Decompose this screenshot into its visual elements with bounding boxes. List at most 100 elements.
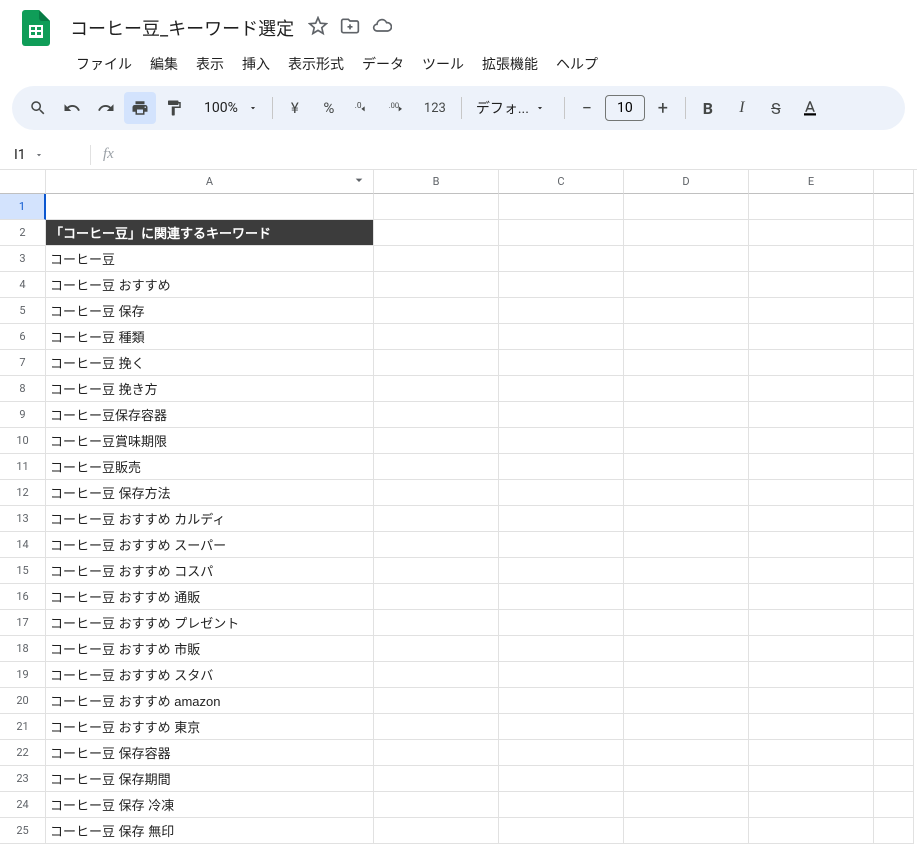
cloud-status-icon[interactable] (372, 16, 392, 40)
cell[interactable]: コーヒー豆 種類 (46, 324, 374, 350)
cell[interactable] (499, 610, 624, 636)
cell[interactable] (374, 792, 499, 818)
cell[interactable] (874, 402, 914, 428)
cell[interactable] (749, 402, 874, 428)
cell[interactable] (874, 480, 914, 506)
cell[interactable] (374, 740, 499, 766)
bold-icon[interactable]: B (692, 92, 724, 124)
cell[interactable] (499, 662, 624, 688)
cell[interactable] (874, 194, 914, 220)
cell[interactable] (499, 714, 624, 740)
row-header[interactable]: 4 (0, 272, 46, 298)
cell[interactable] (499, 688, 624, 714)
cell[interactable] (374, 376, 499, 402)
cell[interactable] (624, 636, 749, 662)
col-header-b[interactable]: B (374, 170, 499, 194)
cell[interactable] (374, 610, 499, 636)
cell[interactable] (499, 506, 624, 532)
cell[interactable] (374, 662, 499, 688)
cell[interactable] (499, 272, 624, 298)
cell[interactable] (374, 402, 499, 428)
cell[interactable] (874, 610, 914, 636)
cell[interactable] (874, 272, 914, 298)
cell[interactable] (374, 532, 499, 558)
cell[interactable] (874, 818, 914, 844)
cell[interactable] (749, 220, 874, 246)
font-family-select[interactable]: デフォ... (468, 98, 558, 118)
cell[interactable] (624, 792, 749, 818)
cell[interactable] (499, 428, 624, 454)
cell[interactable]: コーヒー豆 保存方法 (46, 480, 374, 506)
cell[interactable] (499, 194, 624, 220)
row-header[interactable]: 7 (0, 350, 46, 376)
format-123-icon[interactable]: 123 (415, 92, 455, 124)
font-size-decrease-icon[interactable]: − (571, 92, 603, 124)
paint-format-icon[interactable] (158, 92, 190, 124)
menu-format[interactable]: 表示形式 (280, 50, 352, 78)
cell[interactable] (624, 714, 749, 740)
cell[interactable] (374, 688, 499, 714)
cell[interactable] (499, 298, 624, 324)
cell[interactable] (624, 818, 749, 844)
cell[interactable] (374, 636, 499, 662)
cell[interactable] (874, 636, 914, 662)
row-header[interactable]: 11 (0, 454, 46, 480)
cell[interactable] (749, 636, 874, 662)
cell[interactable] (749, 506, 874, 532)
cell[interactable] (749, 766, 874, 792)
cell[interactable] (749, 350, 874, 376)
search-icon[interactable] (22, 92, 54, 124)
cell[interactable] (624, 480, 749, 506)
menu-help[interactable]: ヘルプ (548, 50, 606, 78)
cell[interactable] (499, 376, 624, 402)
row-header[interactable]: 14 (0, 532, 46, 558)
row-header[interactable]: 2 (0, 220, 46, 246)
row-header[interactable]: 15 (0, 558, 46, 584)
row-header[interactable]: 22 (0, 740, 46, 766)
cell[interactable] (374, 558, 499, 584)
cell[interactable] (749, 428, 874, 454)
cell[interactable]: コーヒー豆 保存容器 (46, 740, 374, 766)
cell[interactable]: コーヒー豆保存容器 (46, 402, 374, 428)
cell[interactable] (874, 792, 914, 818)
menu-file[interactable]: ファイル (68, 50, 140, 78)
sheets-logo[interactable] (16, 8, 56, 48)
row-header[interactable]: 9 (0, 402, 46, 428)
cell[interactable] (374, 246, 499, 272)
cell[interactable] (624, 324, 749, 350)
cell[interactable] (874, 454, 914, 480)
cell[interactable] (749, 610, 874, 636)
row-header[interactable]: 19 (0, 662, 46, 688)
percent-icon[interactable]: % (313, 92, 345, 124)
row-header[interactable]: 17 (0, 610, 46, 636)
cell[interactable] (624, 246, 749, 272)
row-header[interactable]: 10 (0, 428, 46, 454)
cell[interactable] (499, 532, 624, 558)
col-header-c[interactable]: C (499, 170, 624, 194)
cell[interactable] (749, 688, 874, 714)
cell[interactable] (624, 584, 749, 610)
cell[interactable] (749, 298, 874, 324)
doc-title[interactable]: コーヒー豆_キーワード選定 (64, 13, 300, 43)
col-header-d[interactable]: D (624, 170, 749, 194)
decrease-decimal-icon[interactable]: .0 (347, 92, 379, 124)
cell[interactable] (46, 194, 374, 220)
cell[interactable] (874, 714, 914, 740)
cell[interactable] (874, 584, 914, 610)
cell[interactable] (874, 558, 914, 584)
cell[interactable] (749, 714, 874, 740)
cell[interactable] (374, 766, 499, 792)
italic-icon[interactable]: I (726, 92, 758, 124)
cell[interactable] (374, 272, 499, 298)
undo-icon[interactable] (56, 92, 88, 124)
cell[interactable]: 「コーヒー豆」に関連するキーワード (46, 220, 374, 246)
cell[interactable] (624, 298, 749, 324)
cell[interactable]: コーヒー豆 保存 無印 (46, 818, 374, 844)
cell[interactable] (874, 688, 914, 714)
cell[interactable]: コーヒー豆 おすすめ 東京 (46, 714, 374, 740)
print-icon[interactable] (124, 92, 156, 124)
menu-view[interactable]: 表示 (188, 50, 232, 78)
menu-insert[interactable]: 挿入 (234, 50, 278, 78)
cell[interactable] (624, 532, 749, 558)
cell[interactable] (624, 610, 749, 636)
